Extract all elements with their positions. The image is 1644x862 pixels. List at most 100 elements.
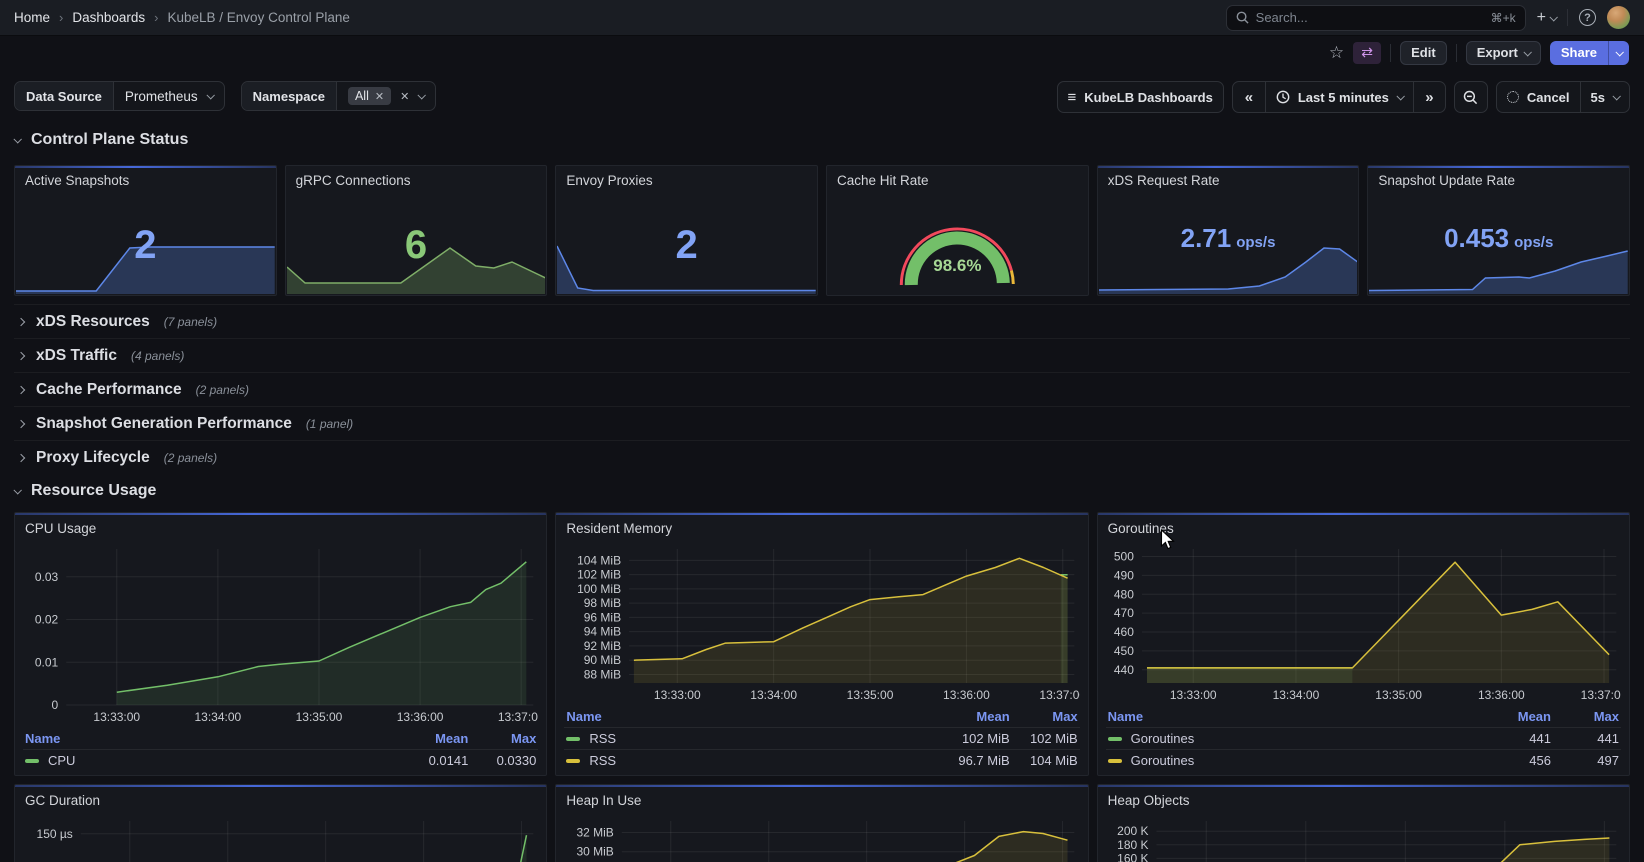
gc-duration-chart: 13:33:0013:34:0013:35:0013:36:0013:37:00… [23, 812, 538, 862]
row-header-resource-usage[interactable]: Resource Usage [14, 474, 1630, 508]
refresh-interval-picker[interactable]: 5s [1580, 82, 1629, 112]
panel-title[interactable]: Cache Hit Rate [827, 166, 1088, 188]
breadcrumb-item[interactable]: Home [14, 10, 50, 25]
legend-swatch [566, 737, 580, 741]
row-panel-count: (2 panels) [164, 451, 217, 465]
close-icon[interactable]: ✕ [375, 90, 384, 103]
dashboard-row-xds-resources[interactable]: xDS Resources(7 panels) [14, 304, 1630, 338]
legend-header: NameMeanMax [23, 727, 538, 749]
chevron-down-icon [1396, 92, 1404, 100]
breadcrumb-item[interactable]: KubeLB / Envoy Control Plane [168, 10, 350, 25]
row-header-control-plane-status[interactable]: Control Plane Status [14, 123, 1630, 157]
panel-snapshot-update-rate: Snapshot Update Rate0.453ops/s [1367, 165, 1630, 296]
search-input[interactable] [1256, 10, 1484, 25]
edit-button[interactable]: Edit [1400, 41, 1447, 65]
chevron-down-icon [206, 91, 214, 99]
legend-series-name[interactable]: RSS [566, 731, 923, 746]
dashboard-row-snapshot-generation-performance[interactable]: Snapshot Generation Performance(1 panel) [14, 406, 1630, 440]
namespace-select[interactable]: All✕ ✕ [337, 82, 435, 110]
chevron-right-icon [17, 351, 25, 359]
share-button-group: Share [1550, 41, 1629, 65]
legend-column-mean[interactable]: Mean [382, 731, 468, 746]
breadcrumb-item[interactable]: Dashboards [72, 10, 145, 25]
time-controls: ≡KubeLB Dashboards « Last 5 minutes » Ca… [1057, 81, 1630, 113]
legend-max-value: 102 MiB [1010, 731, 1078, 746]
legend: NameMeanMaxGoroutines441441Goroutines456… [1106, 705, 1621, 771]
legend-series-name[interactable]: Goroutines [1108, 753, 1465, 768]
svg-text:13:34:00: 13:34:00 [1272, 688, 1319, 702]
toolbar-divider [1390, 44, 1391, 62]
dashboard-row-proxy-lifecycle[interactable]: Proxy Lifecycle(2 panels) [14, 440, 1630, 474]
panel-title[interactable]: Resident Memory [564, 519, 1079, 540]
legend-series-name[interactable]: CPU [25, 753, 382, 768]
svg-text:13:36:00: 13:36:00 [1478, 688, 1525, 702]
legend-header: NameMeanMax [1106, 705, 1621, 727]
zoom-out-icon [1463, 90, 1478, 105]
stat-value: 2.71ops/s [1098, 223, 1359, 254]
panel-title[interactable]: gRPC Connections [286, 166, 547, 188]
legend-series-name[interactable]: RSS [566, 753, 923, 768]
panel-title[interactable]: xDS Request Rate [1098, 166, 1359, 188]
swap-arrows-button[interactable]: ⇄ [1353, 42, 1381, 64]
legend-mean-value: 456 [1465, 753, 1551, 768]
panel-title[interactable]: Heap Objects [1106, 791, 1621, 812]
add-new-button[interactable]: + [1537, 9, 1556, 27]
star-icon[interactable]: ☆ [1329, 44, 1344, 61]
svg-text:500: 500 [1114, 550, 1134, 564]
panel-xds-request-rate: xDS Request Rate 2.71ops/s [1097, 165, 1360, 296]
toolbar-divider [1456, 44, 1457, 62]
time-back-button[interactable]: « [1233, 82, 1265, 112]
legend-column-name[interactable]: Name [25, 731, 382, 746]
time-range-picker[interactable]: Last 5 minutes [1265, 82, 1413, 112]
panel-title[interactable]: Snapshot Update Rate [1368, 166, 1629, 188]
dashboard-toolbar: ☆ ⇄ Edit Export Share [0, 36, 1644, 69]
share-dropdown-button[interactable] [1608, 41, 1629, 65]
question-icon: ? [1584, 12, 1591, 24]
legend-column-name[interactable]: Name [1108, 709, 1465, 724]
panel-title[interactable]: Active Snapshots [15, 166, 276, 188]
namespace-chip[interactable]: All✕ [348, 87, 391, 105]
svg-text:98.6%: 98.6% [933, 256, 981, 275]
row-title: xDS Traffic [36, 347, 117, 365]
legend-column-max[interactable]: Max [1551, 709, 1619, 724]
panel-title[interactable]: Envoy Proxies [556, 166, 817, 188]
svg-text:0.02: 0.02 [35, 613, 59, 627]
heap-objects-chart: 13:33:0013:34:0013:35:0013:36:0013:37:00… [1106, 812, 1621, 862]
legend-swatch [566, 759, 580, 763]
share-button[interactable]: Share [1550, 41, 1608, 65]
legend-swatch [25, 759, 39, 763]
panel-title[interactable]: Heap In Use [564, 791, 1079, 812]
legend-column-max[interactable]: Max [1010, 709, 1078, 724]
svg-text:13:36:00: 13:36:00 [397, 710, 444, 724]
panel-title[interactable]: GC Duration [23, 791, 538, 812]
datasource-select[interactable]: Prometheus [114, 82, 224, 110]
legend-column-mean[interactable]: Mean [1465, 709, 1551, 724]
svg-text:490: 490 [1114, 568, 1134, 582]
panel-cache-hit-rate: Cache Hit Rate 98.6% [826, 165, 1089, 296]
export-button[interactable]: Export [1466, 41, 1541, 65]
stat-value: 6 [286, 223, 547, 268]
plus-icon: + [1537, 9, 1546, 27]
legend-series-name[interactable]: Goroutines [1108, 731, 1465, 746]
panel-title[interactable]: CPU Usage [23, 519, 538, 540]
legend-row: Goroutines441441 [1106, 727, 1621, 749]
refresh-cancel-button[interactable]: Cancel [1497, 82, 1580, 112]
dashboard-row-xds-traffic[interactable]: xDS Traffic(4 panels) [14, 338, 1630, 372]
kubelb-dashboards-button[interactable]: ≡KubeLB Dashboards [1058, 82, 1223, 112]
help-button[interactable]: ? [1579, 9, 1596, 26]
chevron-down-icon [1615, 48, 1623, 56]
zoom-out-button[interactable] [1455, 82, 1487, 112]
clear-filter-icon[interactable]: ✕ [400, 90, 409, 103]
legend-column-name[interactable]: Name [566, 709, 923, 724]
dashboard-row-cache-performance[interactable]: Cache Performance(2 panels) [14, 372, 1630, 406]
search-box[interactable]: ⌘+k [1226, 5, 1526, 31]
avatar[interactable] [1607, 6, 1630, 29]
panel-title[interactable]: Goroutines [1106, 519, 1621, 540]
search-icon [1236, 11, 1249, 24]
legend-column-max[interactable]: Max [468, 731, 536, 746]
legend-max-value: 104 MiB [1010, 753, 1078, 768]
svg-text:0.03: 0.03 [35, 570, 59, 584]
chevron-right-icon [17, 385, 25, 393]
legend-column-mean[interactable]: Mean [924, 709, 1010, 724]
time-forward-button[interactable]: » [1413, 82, 1445, 112]
